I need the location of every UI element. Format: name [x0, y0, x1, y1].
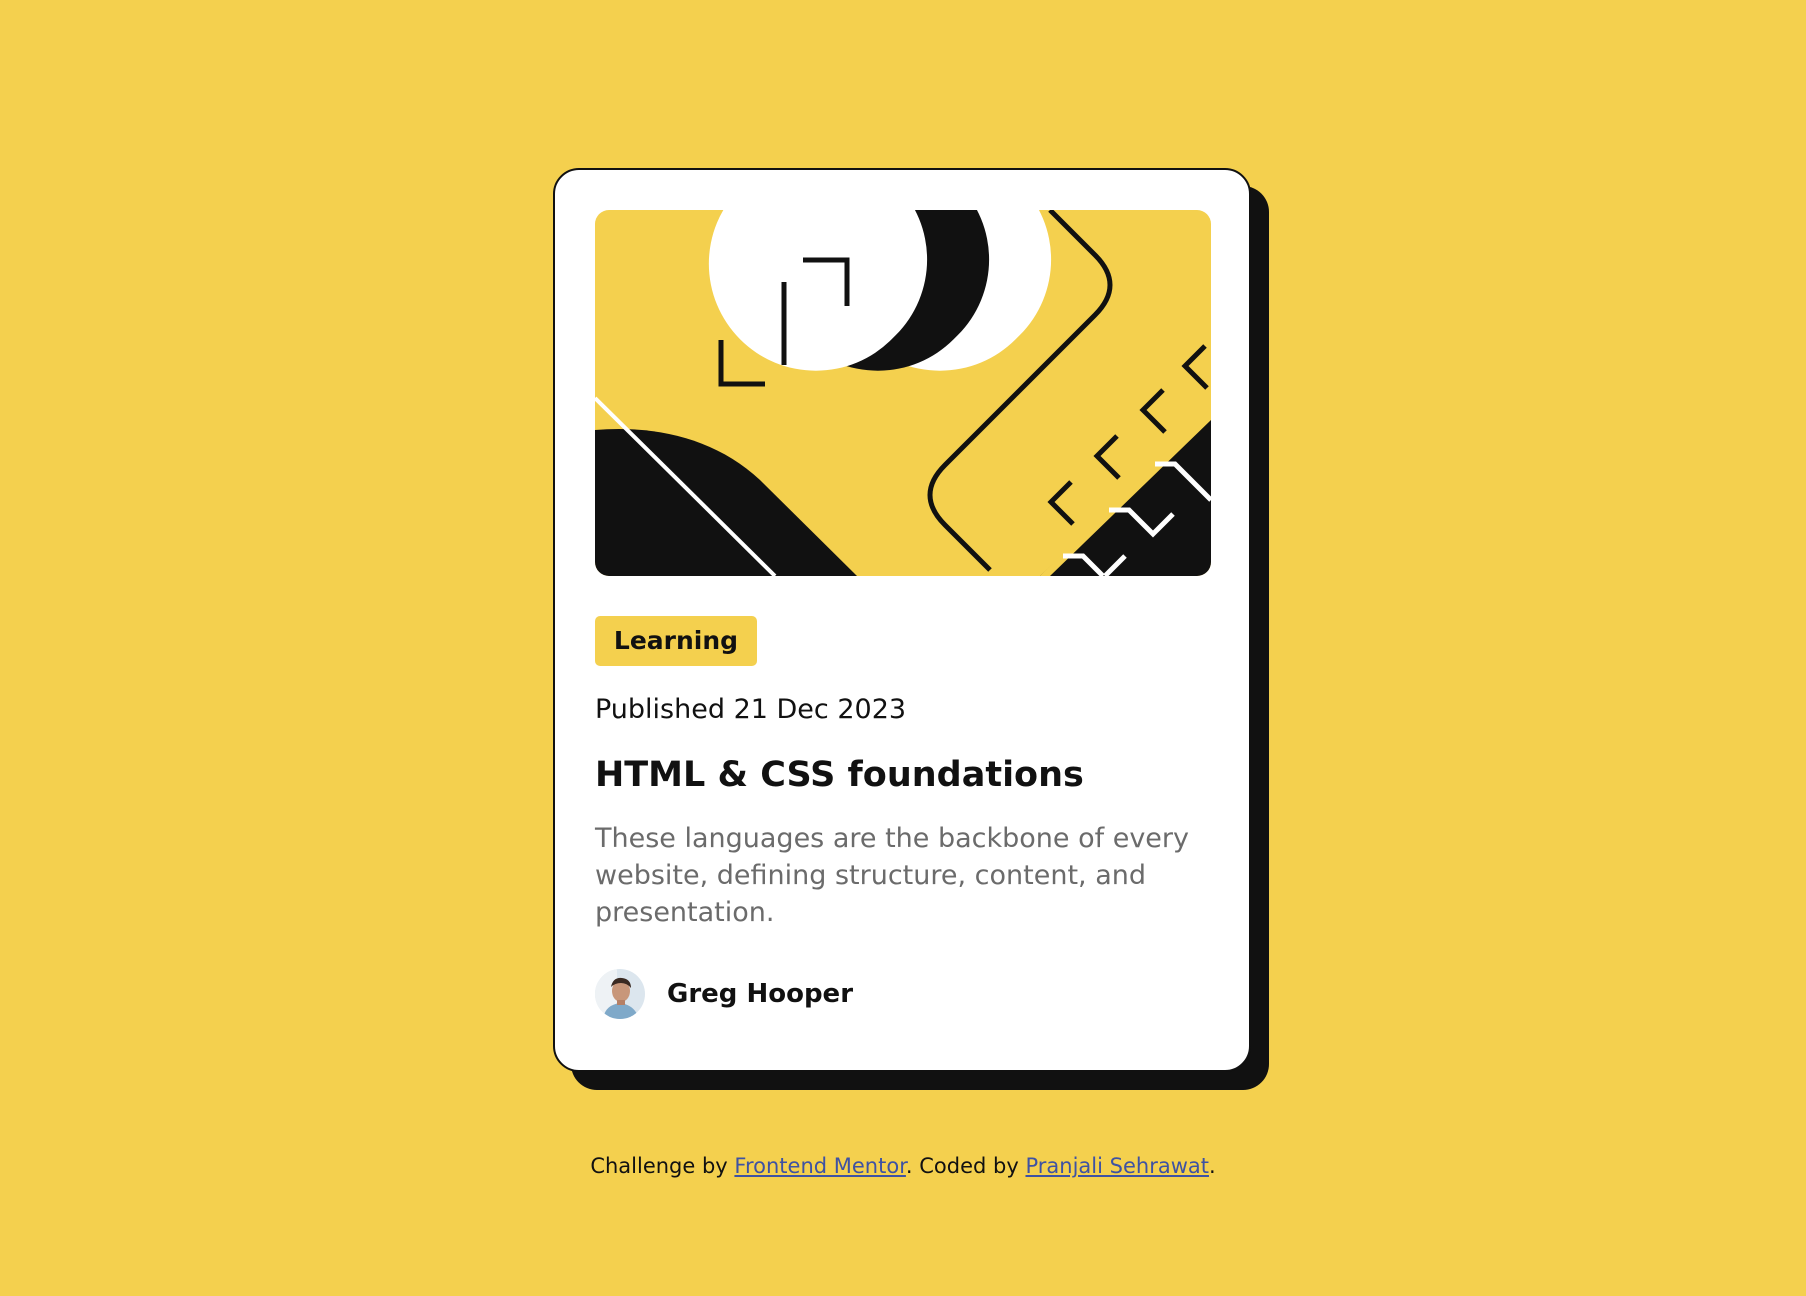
- blog-preview-card: Learning Published 21 Dec 2023 HTML & CS…: [553, 168, 1251, 1072]
- avatar: [595, 969, 645, 1019]
- attribution-middle: . Coded by: [905, 1154, 1026, 1178]
- published-date: Published 21 Dec 2023: [595, 694, 907, 725]
- hero-illustration: [595, 210, 1211, 576]
- category-tag: Learning: [595, 616, 757, 666]
- avatar-portrait-icon: [595, 969, 645, 1019]
- card-description: These languages are the backbone of ever…: [595, 823, 1189, 928]
- author: Greg Hooper: [595, 968, 853, 1020]
- attribution-prefix: Challenge by: [590, 1154, 735, 1178]
- author-name: Greg Hooper: [667, 979, 854, 1009]
- author-link[interactable]: Pranjali Sehrawat: [1025, 1154, 1209, 1178]
- attribution-footer: Challenge by Frontend Mentor. Coded by P…: [0, 1151, 1806, 1181]
- card-title[interactable]: HTML & CSS foundations: [595, 752, 1084, 798]
- frontend-mentor-link[interactable]: Frontend Mentor: [734, 1154, 906, 1178]
- attribution-suffix: .: [1208, 1154, 1216, 1178]
